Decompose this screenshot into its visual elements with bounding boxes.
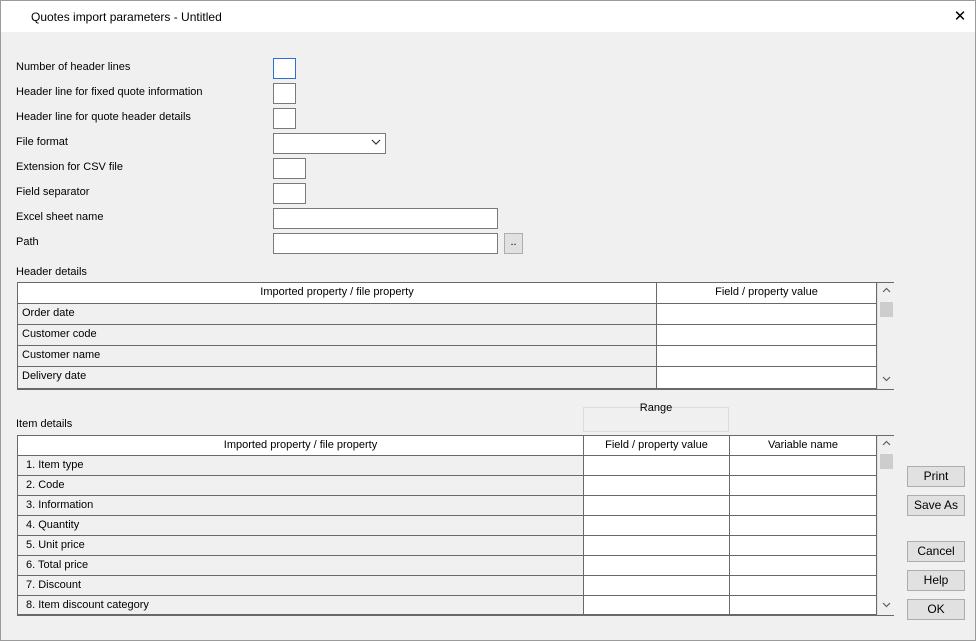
print-button[interactable]: Print (907, 466, 965, 487)
header-details-grid: Imported property / file property Field … (17, 282, 895, 390)
item-details-label: Item details (16, 418, 73, 430)
csv-extension-label: Extension for CSV file (16, 161, 123, 173)
field-separator-input[interactable] (273, 183, 306, 204)
item-row-value[interactable] (584, 596, 730, 615)
quote-header-label: Header line for quote header details (16, 111, 191, 123)
window-title: Quotes import parameters - Untitled (31, 10, 222, 24)
item-row-label: 3. Information (18, 496, 584, 516)
item-row-value[interactable] (584, 536, 730, 556)
header-lines-input[interactable] (273, 58, 296, 79)
item-col-imported: Imported property / file property (18, 436, 584, 456)
item-row-variable[interactable] (730, 456, 877, 476)
item-scrollbar[interactable] (877, 436, 895, 615)
quote-header-input[interactable] (273, 108, 296, 129)
item-row-variable[interactable] (730, 576, 877, 596)
header-row-label: Order date (18, 304, 657, 325)
file-format-select[interactable] (273, 133, 386, 154)
header-row-label: Delivery date (18, 367, 657, 389)
close-icon[interactable]: ✕ (945, 1, 975, 32)
header-lines-label: Number of header lines (16, 61, 131, 73)
scroll-down-icon[interactable] (878, 598, 895, 615)
item-row-value[interactable] (584, 496, 730, 516)
csv-extension-input[interactable] (273, 158, 306, 179)
path-input[interactable] (273, 233, 498, 254)
scroll-up-icon[interactable] (878, 284, 895, 301)
item-row-variable[interactable] (730, 496, 877, 516)
item-row-value[interactable] (584, 516, 730, 536)
item-row-label: 8. Item discount category (18, 596, 584, 615)
item-row-label: 6. Total price (18, 556, 584, 576)
item-row-value[interactable] (584, 456, 730, 476)
header-col-value: Field / property value (657, 283, 877, 304)
item-row-label: 1. Item type (18, 456, 584, 476)
header-row-value[interactable] (657, 325, 877, 346)
header-row-value[interactable] (657, 346, 877, 367)
cancel-button[interactable]: Cancel (907, 541, 965, 562)
header-col-imported: Imported property / file property (18, 283, 657, 304)
scroll-thumb[interactable] (880, 454, 893, 469)
scroll-thumb[interactable] (880, 302, 893, 317)
path-label: Path (16, 236, 39, 248)
item-row-label: 2. Code (18, 476, 584, 496)
item-row-variable[interactable] (730, 556, 877, 576)
title-bar: Quotes import parameters - Untitled ✕ (1, 1, 975, 32)
excel-sheet-input[interactable] (273, 208, 498, 229)
chevron-down-icon (371, 137, 381, 150)
range-label: Range (639, 402, 673, 414)
item-row-label: 5. Unit price (18, 536, 584, 556)
file-format-label: File format (16, 136, 68, 148)
header-row-label: Customer name (18, 346, 657, 367)
item-row-label: 4. Quantity (18, 516, 584, 536)
scroll-down-icon[interactable] (878, 372, 895, 389)
help-button[interactable]: Help (907, 570, 965, 591)
fixed-info-input[interactable] (273, 83, 296, 104)
item-row-label: 7. Discount (18, 576, 584, 596)
item-row-variable[interactable] (730, 596, 877, 615)
browse-button[interactable]: .. (504, 233, 523, 254)
header-row-label: Customer code (18, 325, 657, 346)
field-separator-label: Field separator (16, 186, 90, 198)
item-row-value[interactable] (584, 576, 730, 596)
save-as-button[interactable]: Save As (907, 495, 965, 516)
item-row-variable[interactable] (730, 476, 877, 496)
header-details-label: Header details (16, 266, 87, 278)
item-row-value[interactable] (584, 476, 730, 496)
header-scrollbar[interactable] (877, 283, 895, 389)
item-details-grid: Imported property / file property Field … (17, 435, 895, 616)
dialog-window: Quotes import parameters - Untitled ✕ Nu… (0, 0, 976, 641)
item-col-value: Field / property value (584, 436, 730, 456)
header-row-value[interactable] (657, 304, 877, 325)
scroll-up-icon[interactable] (878, 437, 895, 454)
ok-button[interactable]: OK (907, 599, 965, 620)
header-row-value[interactable] (657, 367, 877, 389)
item-row-variable[interactable] (730, 536, 877, 556)
item-row-value[interactable] (584, 556, 730, 576)
fixed-info-label: Header line for fixed quote information (16, 86, 203, 98)
item-row-variable[interactable] (730, 516, 877, 536)
excel-sheet-label: Excel sheet name (16, 211, 104, 223)
item-col-variable: Variable name (730, 436, 877, 456)
